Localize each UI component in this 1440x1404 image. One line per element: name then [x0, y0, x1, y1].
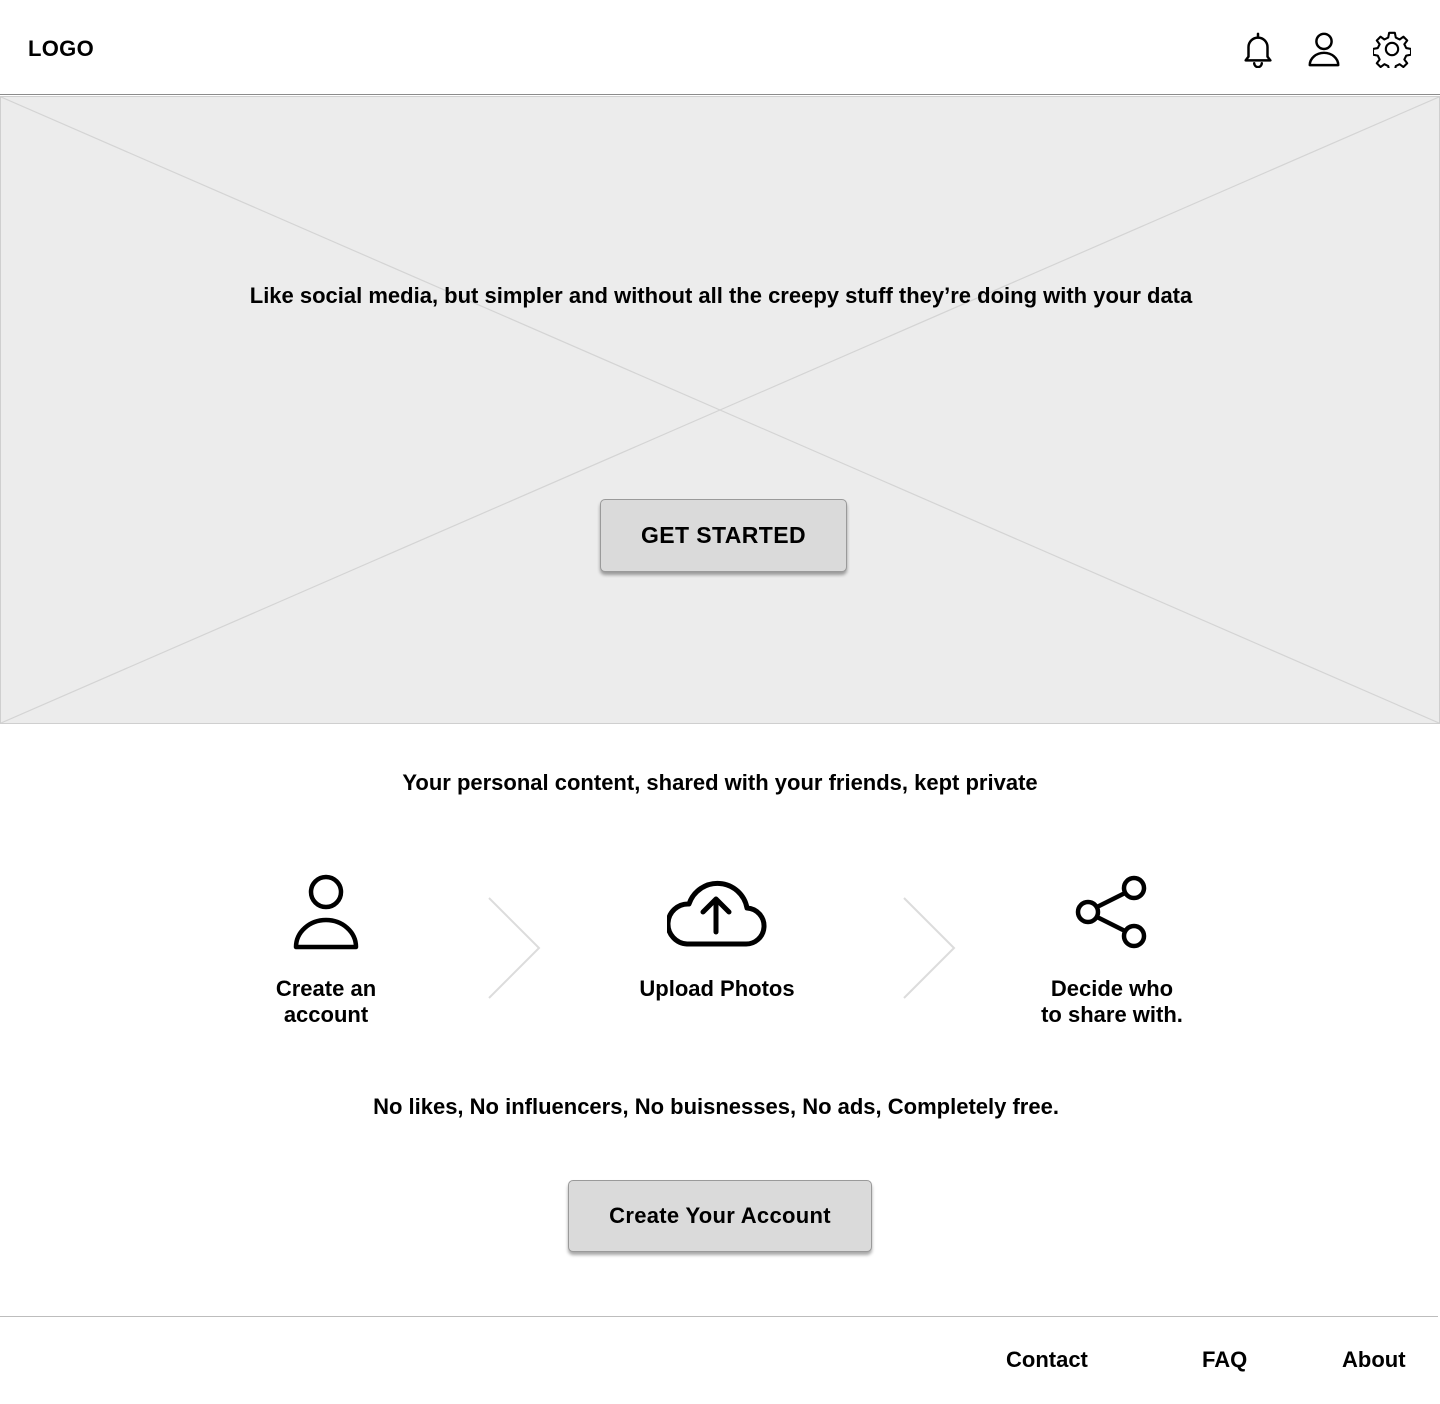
footer-link-contact[interactable]: Contact	[1006, 1347, 1088, 1373]
step-decide-sharing: Decide who to share with.	[992, 874, 1232, 1028]
hero-banner: Like social media, but simpler and witho…	[0, 96, 1440, 724]
bell-icon[interactable]	[1239, 30, 1277, 68]
hero-tagline: Like social media, but simpler and witho…	[249, 283, 1193, 308]
step-label: Decide who to share with.	[1041, 976, 1183, 1027]
cloud-upload-icon	[597, 874, 837, 950]
footer: Contact FAQ About	[0, 1316, 1438, 1404]
section-subtitle: Your personal content, shared with your …	[402, 770, 1038, 795]
chevron-right-icon	[901, 896, 957, 1000]
step-create-account: Create an account	[206, 874, 446, 1028]
footer-link-faq[interactable]: FAQ	[1202, 1347, 1247, 1373]
user-icon	[206, 874, 446, 950]
header: LOGO	[0, 0, 1440, 95]
gear-icon[interactable]	[1373, 30, 1411, 68]
step-label: Create an account	[275, 976, 377, 1027]
logo[interactable]: LOGO	[28, 36, 94, 62]
step-label: Upload Photos	[639, 976, 795, 1001]
create-account-button[interactable]: Create Your Account	[568, 1180, 872, 1252]
get-started-button[interactable]: GET STARTED	[600, 499, 847, 572]
footer-link-about[interactable]: About	[1342, 1347, 1406, 1373]
benefits-text: No likes, No influencers, No buisnesses,…	[373, 1094, 1059, 1119]
image-placeholder	[1, 97, 1439, 723]
landing-page: LOGO Like social media, but simpler and …	[0, 0, 1440, 1404]
share-icon	[992, 874, 1232, 950]
chevron-right-icon	[486, 896, 542, 1000]
step-upload-photos: Upload Photos	[597, 874, 837, 1002]
user-icon[interactable]	[1305, 30, 1343, 68]
